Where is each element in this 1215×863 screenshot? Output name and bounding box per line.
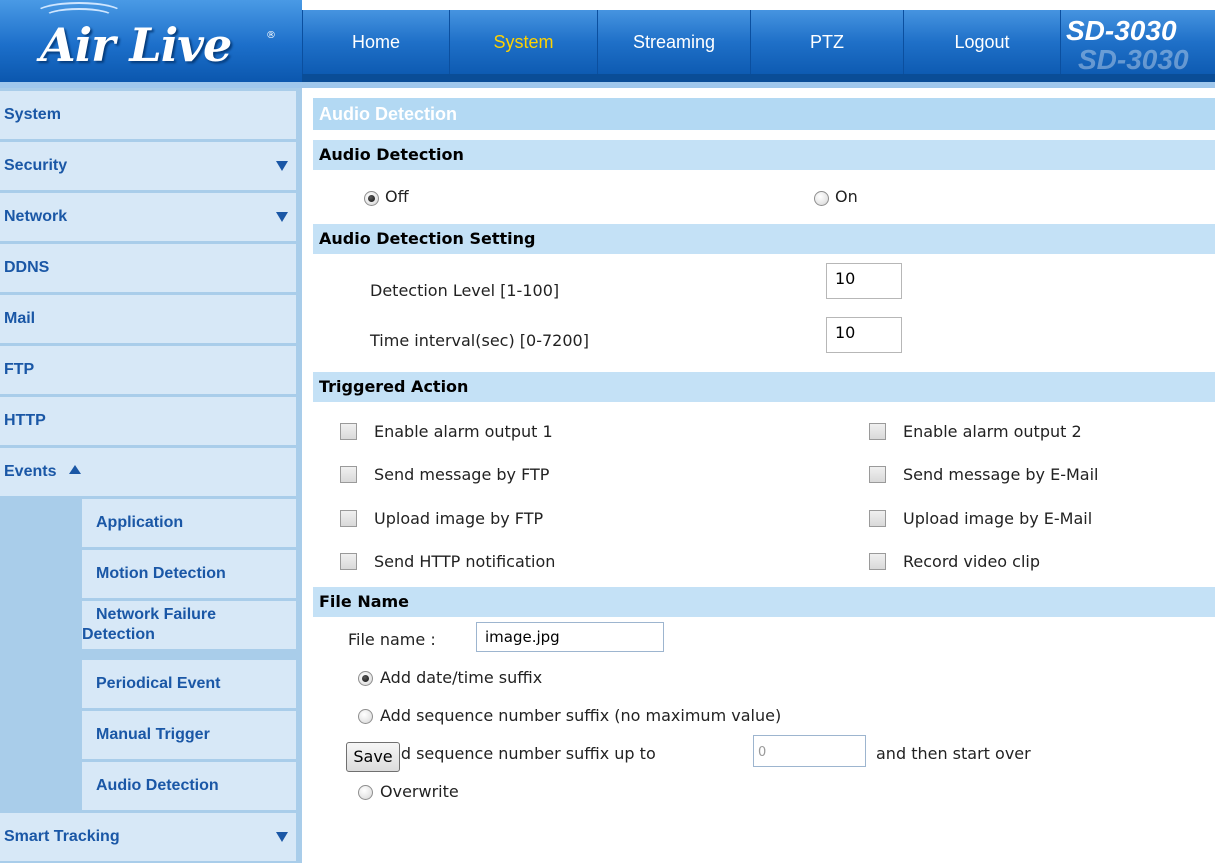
sidebar-item-network[interactable]: Network bbox=[0, 193, 296, 241]
checkbox-enable-alarm-output-2[interactable] bbox=[869, 423, 886, 440]
sidebar-item-label: Network bbox=[4, 208, 68, 225]
enable-alarm-output-2-label: Enable alarm output 2 bbox=[903, 422, 1082, 441]
checkbox-upload-image-ftp[interactable] bbox=[340, 510, 357, 527]
radio-on[interactable] bbox=[814, 191, 829, 206]
checkbox-record-video-clip[interactable] bbox=[869, 553, 886, 570]
sidebar-item-label: System bbox=[4, 106, 61, 123]
sidebar-item-label: DDNS bbox=[4, 259, 50, 276]
file-name-input[interactable]: image.jpg bbox=[476, 622, 664, 652]
sidebar-subitem-audio-detection[interactable]: Audio Detection bbox=[82, 762, 296, 810]
checkbox-send-message-email[interactable] bbox=[869, 466, 886, 483]
send-message-email-label: Send message by E-Mail bbox=[903, 465, 1099, 484]
sidebar-item-smart-tracking[interactable]: Smart Tracking bbox=[0, 813, 296, 861]
radio-off[interactable] bbox=[364, 191, 379, 206]
nav-system[interactable]: System bbox=[449, 10, 597, 74]
chevron-down-icon bbox=[276, 212, 288, 222]
time-interval-label: Time interval(sec) [0-7200] bbox=[370, 331, 589, 350]
header: Air Live ® Home System Streaming PTZ Log… bbox=[0, 0, 1215, 88]
sidebar-item-label: HTTP bbox=[4, 412, 46, 429]
sidebar-item-label: Events bbox=[4, 463, 57, 480]
nav-streaming[interactable]: Streaming bbox=[597, 10, 750, 74]
overwrite-label: Overwrite bbox=[380, 782, 459, 801]
checkbox-send-message-ftp[interactable] bbox=[340, 466, 357, 483]
sidebar-item-label: Smart Tracking bbox=[4, 828, 120, 845]
nav-ptz[interactable]: PTZ bbox=[750, 10, 903, 74]
upload-image-ftp-label: Upload image by FTP bbox=[374, 509, 544, 528]
send-message-ftp-label: Send message by FTP bbox=[374, 465, 550, 484]
nav-logout[interactable]: Logout bbox=[903, 10, 1060, 74]
upload-image-email-label: Upload image by E-Mail bbox=[903, 509, 1093, 528]
chevron-down-icon bbox=[276, 161, 288, 171]
sidebar-item-system[interactable]: System bbox=[0, 91, 296, 139]
add-datetime-suffix-label: Add date/time suffix bbox=[380, 668, 543, 687]
sidebar-subitem-label-line2: Detection bbox=[82, 626, 155, 643]
radio-add-datetime-suffix[interactable] bbox=[358, 671, 373, 686]
sidebar-subitem-periodical-event[interactable]: Periodical Event bbox=[82, 660, 296, 708]
detection-level-input[interactable]: 10 bbox=[826, 263, 902, 299]
add-sequence-suffix-upto-label: Add sequence number suffix up to bbox=[380, 744, 656, 763]
checkbox-upload-image-email[interactable] bbox=[869, 510, 886, 527]
sidebar-item-security[interactable]: Security bbox=[0, 142, 296, 190]
sidebar-subitem-application[interactable]: Application bbox=[82, 499, 296, 547]
sidebar-item-label: Security bbox=[4, 157, 68, 174]
main-content: Audio Detection Audio Detection Off On A… bbox=[313, 98, 1215, 863]
sidebar-subitem-label: Network Failure bbox=[96, 606, 217, 623]
radio-off-label: Off bbox=[385, 187, 409, 206]
sidebar-item-ddns[interactable]: DDNS bbox=[0, 244, 296, 292]
sidebar-item-mail[interactable]: Mail bbox=[0, 295, 296, 343]
start-over-label: and then start over bbox=[876, 744, 1031, 763]
sequence-max-input[interactable]: 0 bbox=[753, 735, 866, 767]
sidebar-item-http[interactable]: HTTP bbox=[0, 397, 296, 445]
enable-alarm-output-1-label: Enable alarm output 1 bbox=[374, 422, 553, 441]
logo: Air Live ® bbox=[0, 0, 302, 82]
section-triggered-action: Triggered Action bbox=[313, 372, 1215, 402]
checkbox-send-http-notification[interactable] bbox=[340, 553, 357, 570]
record-video-clip-label: Record video clip bbox=[903, 552, 1040, 571]
radio-overwrite[interactable] bbox=[358, 785, 373, 800]
page-title: Audio Detection bbox=[313, 98, 1215, 130]
chevron-up-icon bbox=[68, 465, 81, 474]
save-button[interactable]: Save bbox=[346, 742, 400, 772]
checkbox-enable-alarm-output-1[interactable] bbox=[340, 423, 357, 440]
sidebar-item-label: Mail bbox=[4, 310, 36, 327]
radio-on-label: On bbox=[835, 187, 858, 206]
model-label: SD-3030 bbox=[1066, 15, 1177, 46]
sidebar-subitem-manual-trigger[interactable]: Manual Trigger bbox=[82, 711, 296, 759]
file-name-label: File name : bbox=[348, 630, 436, 649]
logo-text: Air Live bbox=[40, 18, 232, 72]
chevron-down-icon bbox=[276, 832, 288, 842]
sidebar: System Security Network DDNS Mail FTP HT… bbox=[0, 88, 302, 863]
detection-level-label: Detection Level [1-100] bbox=[370, 281, 560, 300]
time-interval-input[interactable]: 10 bbox=[826, 317, 902, 353]
sidebar-item-ftp[interactable]: FTP bbox=[0, 346, 296, 394]
add-sequence-suffix-label: Add sequence number suffix (no maximum v… bbox=[380, 706, 782, 725]
section-audio-detection: Audio Detection bbox=[313, 140, 1215, 170]
sidebar-item-events[interactable]: Events bbox=[0, 448, 296, 496]
sidebar-item-label: FTP bbox=[4, 361, 35, 378]
nav-home[interactable]: Home bbox=[302, 10, 449, 74]
radio-add-sequence-suffix[interactable] bbox=[358, 709, 373, 724]
send-http-notification-label: Send HTTP notification bbox=[374, 552, 556, 571]
section-file-name: File Name bbox=[313, 587, 1215, 617]
sidebar-subitem-motion-detection[interactable]: Motion Detection bbox=[82, 550, 296, 598]
logo-registered-mark: ® bbox=[266, 30, 276, 41]
sidebar-subitem-network-failure-detection[interactable]: Network Failure Detection bbox=[82, 601, 296, 649]
section-audio-detection-setting: Audio Detection Setting bbox=[313, 224, 1215, 254]
